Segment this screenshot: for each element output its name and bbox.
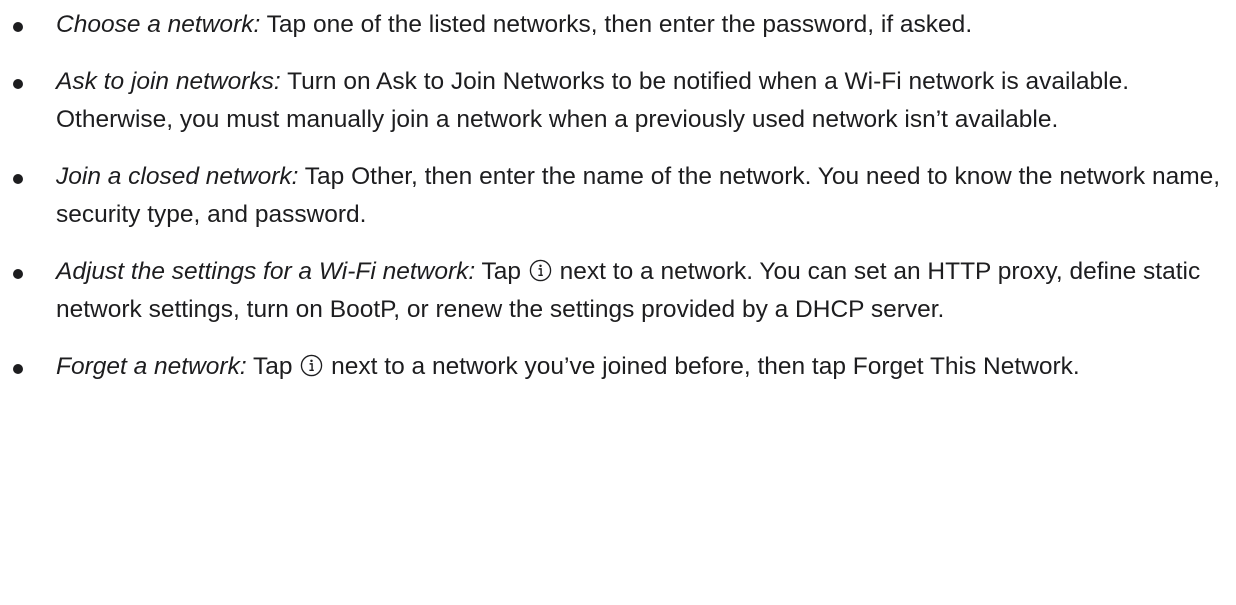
info-circle-icon — [529, 259, 552, 282]
list-item: Adjust the settings for a Wi-Fi network:… — [0, 253, 1226, 329]
bullet-list: Choose a network: Tap one of the listed … — [0, 6, 1236, 386]
info-circle-icon — [301, 354, 323, 377]
list-item-text-after-icon: next to a network you’ve joined before, … — [331, 353, 1080, 380]
list-item: Join a closed network: Tap Other, then e… — [0, 158, 1226, 234]
list-item-text-before-icon: Tap — [481, 258, 522, 285]
list-item: Choose a network: Tap one of the listed … — [0, 6, 1226, 44]
bullet-dot — [13, 269, 23, 279]
list-item-term: Ask to join networks: — [56, 68, 281, 95]
bullet-dot — [13, 174, 23, 184]
bullet-dot — [13, 364, 23, 374]
list-item-text-before-icon: Tap — [253, 353, 293, 380]
list-item-term: Choose a network: — [56, 11, 261, 38]
list-item-term: Join a closed network: — [56, 163, 299, 190]
list-item-term: Adjust the settings for a Wi-Fi network: — [56, 258, 476, 285]
list-item: Ask to join networks: Turn on Ask to Joi… — [0, 63, 1226, 139]
list-item-text: Tap one of the listed networks, then ent… — [266, 11, 973, 38]
bullet-dot — [13, 79, 23, 89]
bullet-dot — [13, 22, 23, 32]
list-item-term: Forget a network: — [56, 353, 247, 380]
list-item: Forget a network: Tap next to a network … — [0, 348, 1226, 386]
